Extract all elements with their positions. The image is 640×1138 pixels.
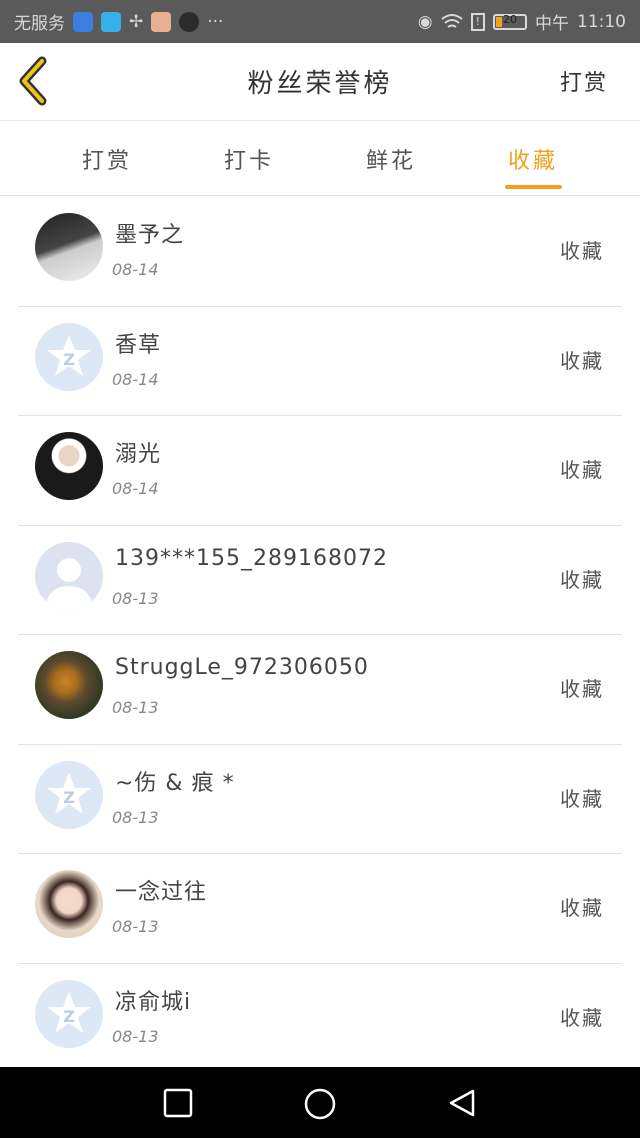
- network-text: 中午: [535, 14, 569, 34]
- svg-text:Z: Z: [63, 1007, 75, 1026]
- svg-text:Z: Z: [63, 350, 75, 369]
- default-avatar-icon: Z: [47, 334, 91, 376]
- svg-text:Z: Z: [63, 788, 75, 807]
- action-label: 收藏: [560, 567, 604, 592]
- tab-flowers[interactable]: 鲜花: [346, 143, 436, 175]
- recents-square-icon[interactable]: [162, 1087, 194, 1119]
- list-item[interactable]: 一念过往 08-13 收藏: [18, 854, 622, 964]
- avatar: [35, 651, 103, 719]
- date: 08-14: [112, 479, 159, 498]
- app-notification-icon: [151, 11, 172, 32]
- user-name: 墨予之: [115, 223, 185, 248]
- tab-favorites[interactable]: 收藏: [488, 143, 578, 175]
- avatar: [35, 432, 103, 500]
- app-notification-icon: [101, 11, 121, 32]
- list-item[interactable]: Z ~伤 & 痕 * 08-13 收藏: [18, 745, 622, 854]
- title-bar: 粉丝荣誉榜 打赏: [0, 43, 640, 121]
- more-notifications-icon: ···: [207, 11, 224, 32]
- list-item[interactable]: Z 香草 08-14 收藏: [18, 307, 622, 416]
- action-label: 收藏: [560, 348, 604, 373]
- tab-bar: 打赏 打卡 鲜花 收藏: [0, 121, 640, 196]
- page-title: 粉丝荣誉榜: [247, 69, 393, 99]
- user-name: 溺光: [115, 442, 162, 467]
- app-notification-icon: [73, 11, 93, 32]
- default-avatar-icon: Z: [47, 772, 91, 814]
- user-name: ~伤 & 痕 *: [115, 770, 235, 796]
- carrier-text: 无服务: [14, 14, 65, 34]
- date: 08-14: [112, 260, 159, 279]
- user-name: StruggLe_972306050: [115, 655, 369, 680]
- list-item[interactable]: 墨予之 08-14 收藏: [18, 197, 622, 307]
- user-name: 香草: [115, 332, 162, 358]
- fan-list: 墨予之 08-14 收藏 Z 香草 08-14 收藏 溺光 08-14 收藏 1…: [0, 197, 640, 1073]
- wrench-icon: ✢: [129, 11, 144, 32]
- action-label: 收藏: [560, 786, 604, 811]
- silhouette-avatar-icon: [45, 557, 93, 610]
- eye-comfort-icon: ◉: [417, 11, 433, 32]
- home-circle-icon[interactable]: [303, 1087, 337, 1121]
- avatar: [35, 213, 103, 281]
- avatar: [35, 541, 103, 610]
- sim-alert-icon: !: [470, 12, 485, 31]
- action-label: 收藏: [560, 239, 604, 263]
- date: 08-13: [112, 917, 159, 936]
- system-nav-bar: [0, 1067, 640, 1138]
- list-item[interactable]: StruggLe_972306050 08-13 收藏: [18, 635, 622, 745]
- back-triangle-icon[interactable]: [446, 1087, 478, 1119]
- tiktok-icon: [179, 11, 200, 32]
- action-label: 收藏: [560, 1005, 604, 1030]
- list-item[interactable]: 溺光 08-14 收藏: [18, 416, 622, 526]
- battery-icon: 20: [493, 12, 527, 30]
- avatar: [35, 870, 103, 938]
- tab-reward[interactable]: 打赏: [62, 143, 152, 175]
- date: 08-13: [112, 1026, 159, 1046]
- action-label: 收藏: [560, 896, 604, 920]
- wifi-icon: [440, 13, 463, 28]
- date: 08-13: [112, 588, 159, 608]
- date: 08-13: [112, 698, 159, 717]
- avatar: Z: [35, 979, 103, 1048]
- tab-checkin[interactable]: 打卡: [204, 143, 294, 175]
- user-name: 139***155_289168072: [115, 545, 388, 571]
- status-bar: 无服务 ✢ ··· ◉ ! 20 中午 11:10: [0, 0, 640, 43]
- action-label: 收藏: [560, 458, 604, 482]
- date: 08-13: [112, 807, 159, 827]
- date: 08-14: [112, 369, 159, 389]
- list-item[interactable]: Z 凉俞城i 08-13 收藏: [18, 964, 622, 1073]
- default-avatar-icon: Z: [47, 991, 91, 1033]
- action-label: 收藏: [560, 677, 604, 701]
- active-tab-indicator: [505, 185, 562, 189]
- list-item[interactable]: 139***155_289168072 08-13 收藏: [18, 526, 622, 635]
- clock: 11:10: [577, 11, 626, 32]
- avatar: Z: [35, 760, 103, 829]
- battery-level: 20: [503, 12, 517, 26]
- user-name: 一念过往: [115, 880, 208, 905]
- avatar: Z: [35, 322, 103, 391]
- reward-button[interactable]: 打赏: [560, 65, 608, 97]
- user-name: 凉俞城i: [115, 989, 192, 1015]
